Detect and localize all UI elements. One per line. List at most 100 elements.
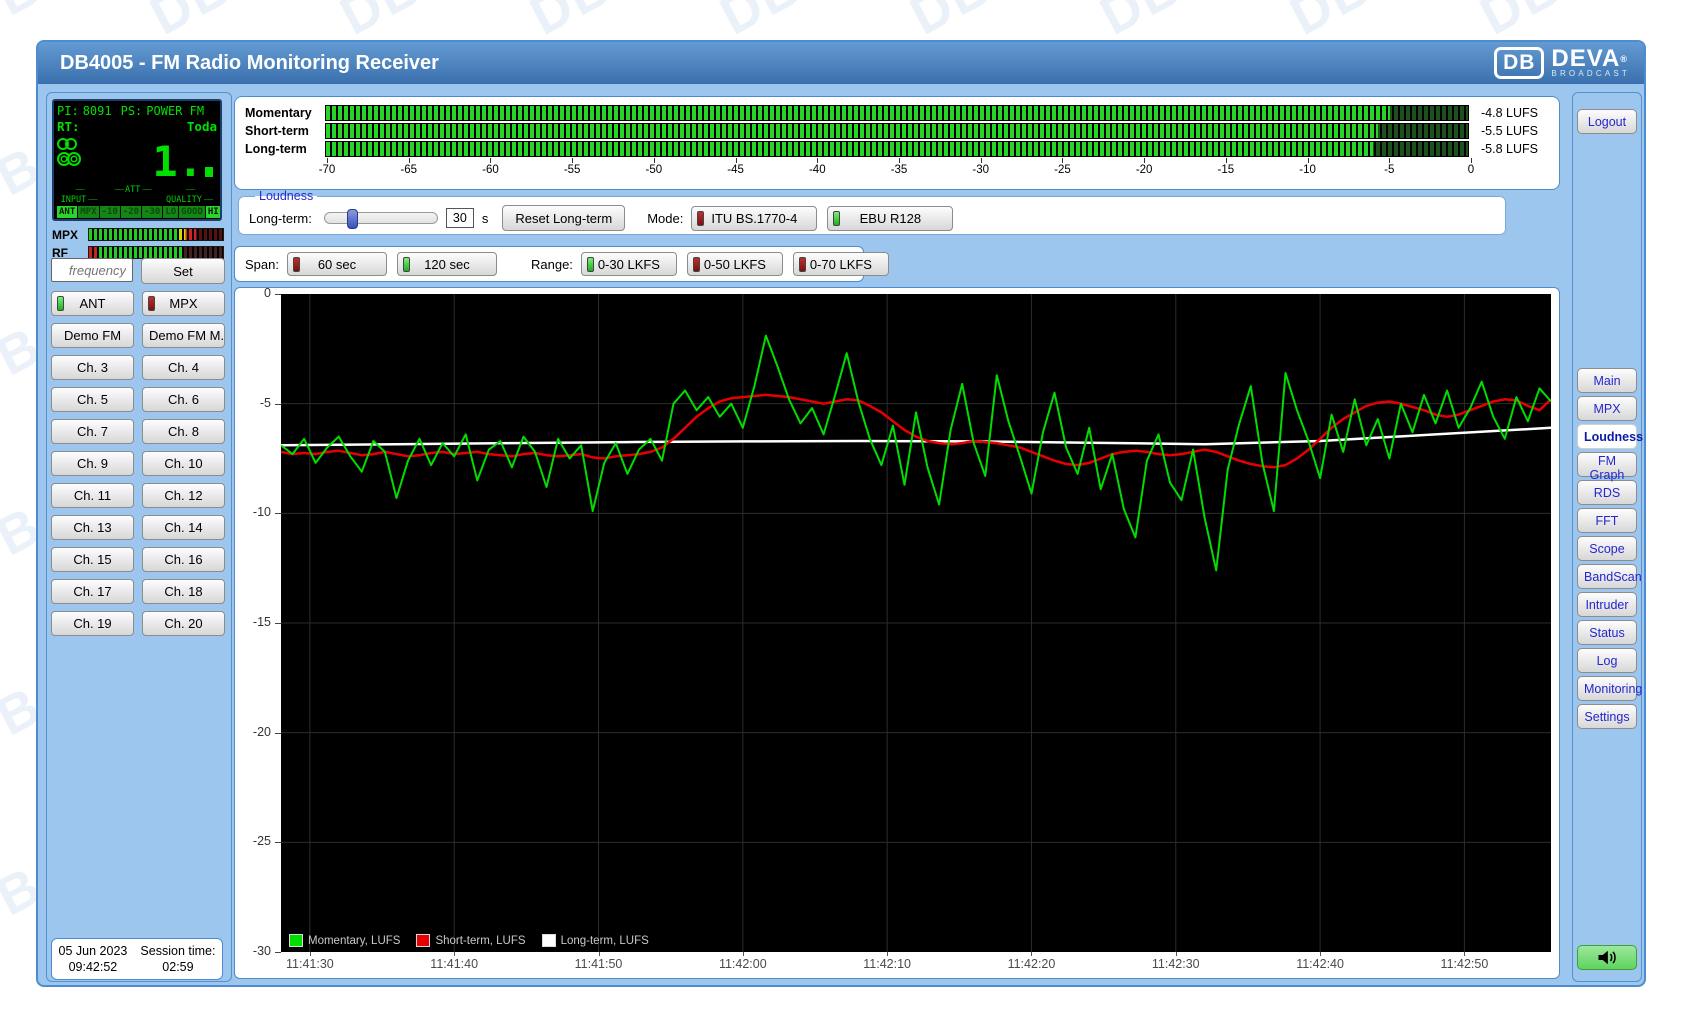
red-led-icon (148, 296, 155, 311)
channel-button-ch-5[interactable]: Ch. 5 (51, 387, 134, 412)
lcd-cell-hi: HI (206, 206, 221, 218)
channel-button-ch-16[interactable]: Ch. 16 (142, 547, 225, 572)
scale-tick (572, 158, 573, 163)
sidebar-item-bandscan[interactable]: BandScan (1577, 564, 1637, 589)
rds-icon (57, 152, 81, 166)
x-tick-label: 11:42:50 (1441, 957, 1489, 971)
mode-button-itu-bs-1770-4[interactable]: ITU BS.1770-4 (691, 206, 817, 231)
x-tick-mark (743, 952, 744, 956)
longterm-seconds-input[interactable] (446, 208, 474, 228)
sidebar-item-fft[interactable]: FFT (1577, 508, 1637, 533)
x-tick-mark (599, 952, 600, 956)
channel-button-ch-17[interactable]: Ch. 17 (51, 579, 134, 604)
sidebar-item-scope[interactable]: Scope (1577, 536, 1637, 561)
channel-button-ch-9[interactable]: Ch. 9 (51, 451, 134, 476)
channel-button-ch-20[interactable]: Ch. 20 (142, 611, 225, 636)
session-time: 02:59 (140, 959, 215, 975)
scale-tick (1062, 158, 1063, 163)
range-button-0-30-lkfs[interactable]: 0-30 LKFS (581, 252, 677, 276)
channel-button-ch-12[interactable]: Ch. 12 (142, 483, 225, 508)
set-button[interactable]: Set (141, 258, 225, 284)
sidebar-item-monitoring[interactable]: Monitoring (1577, 676, 1637, 701)
channel-button-ch-15[interactable]: Ch. 15 (51, 547, 134, 572)
lcd-icons (57, 136, 81, 184)
scale-tick (327, 158, 328, 163)
window-title: DB4005 - FM Radio Monitoring Receiver (60, 52, 439, 75)
sidebar-item-rds[interactable]: RDS (1577, 480, 1637, 505)
scale-tick (817, 158, 818, 163)
tuner-panel: Set ANT MPX Demo FM Demo FM M... Ch. 3 Ch. 4 C… (51, 258, 225, 665)
seconds-unit-label: s (482, 211, 489, 226)
sidebar-item-status[interactable]: Status (1577, 620, 1637, 645)
sidebar-item-loudness[interactable]: Loudness (1577, 424, 1637, 449)
channel-button-ch-14[interactable]: Ch. 14 (142, 515, 225, 540)
sidebar-item-main[interactable]: Main (1577, 368, 1637, 393)
lcd-input-group-label: INPUT (57, 185, 102, 205)
span-button-120-sec[interactable]: 120 sec (397, 252, 497, 276)
channel-button-ch-6[interactable]: Ch. 6 (142, 387, 225, 412)
lcd-cell-mpx: MPX (78, 206, 98, 218)
scale-tick-label: -50 (646, 164, 663, 176)
channel-button-demo-fm-m[interactable]: Demo FM M... (142, 323, 225, 348)
logout-button[interactable]: Logout (1577, 109, 1637, 134)
channel-button-ch-7[interactable]: Ch. 7 (51, 419, 134, 444)
sidebar-item-fm-graph[interactable]: FM Graph (1577, 452, 1637, 477)
y-tick-label: -5 (237, 396, 271, 410)
lcd-att-group-label: ATT (102, 185, 163, 205)
loudness-controls-row: Long-term: s Reset Long-term Mode: ITU B… (249, 203, 1495, 233)
channel-button-ch-11[interactable]: Ch. 11 (51, 483, 134, 508)
lcd-pi-ps-line: PI:8091PS:POWER FM (57, 104, 217, 118)
input-select-button-label: ANT (80, 296, 106, 311)
range-button-0-50-lkfs[interactable]: 0-50 LKFS (687, 252, 783, 276)
channel-button-ch-3[interactable]: Ch. 3 (51, 355, 134, 380)
lcd-cell-10: -10 (100, 206, 120, 218)
range-button-0-70-lkfs[interactable]: 0-70 LKFS (793, 252, 889, 276)
input-select-button-ant[interactable]: ANT (51, 291, 134, 316)
left-panel: PI:8091PS:POWER FM RT: Toda 1. INPUT ATT… (46, 92, 232, 982)
green-led-icon (57, 296, 64, 311)
chart-legend: Momentary, LUFSShort-term, LUFSLong-term… (289, 934, 649, 947)
audio-monitor-button[interactable] (1577, 945, 1637, 970)
sidebar-item-intruder[interactable]: Intruder (1577, 592, 1637, 617)
scale-tick-label: -20 (1136, 164, 1153, 176)
x-tick-label: 11:41:30 (286, 957, 334, 971)
span-button-60-sec[interactable]: 60 sec (287, 252, 387, 276)
sidebar-item-settings[interactable]: Settings (1577, 704, 1637, 729)
scale-tick-label: -65 (400, 164, 417, 176)
x-tick-mark (1464, 952, 1465, 956)
scale-tick-label: -55 (564, 164, 581, 176)
logo-reg-mark: ® (1620, 54, 1628, 64)
x-tick-label: 11:42:40 (1296, 957, 1344, 971)
scale-tick-label: -45 (727, 164, 744, 176)
channel-button-ch-18[interactable]: Ch. 18 (142, 579, 225, 604)
channel-button-ch-13[interactable]: Ch. 13 (51, 515, 134, 540)
range-button-label: 0-50 LKFS (704, 257, 766, 272)
mode-button-ebu-r128[interactable]: EBU R128 (827, 206, 953, 231)
channel-button-ch-8[interactable]: Ch. 8 (142, 419, 225, 444)
x-tick-mark (310, 952, 311, 956)
sidebar-nav: Main MPX Loudness FM Graph RDS FFT Scope BandSc… (1577, 368, 1637, 732)
sidebar-item-log[interactable]: Log (1577, 648, 1637, 673)
channel-button-ch-19[interactable]: Ch. 19 (51, 611, 134, 636)
longterm-slider[interactable] (324, 212, 438, 224)
sidebar-item-mpx[interactable]: MPX (1577, 396, 1637, 421)
meter-fill (326, 142, 1373, 156)
app-window: DB4005 - FM Radio Monitoring Receiver DB… (36, 40, 1646, 987)
x-tick-label: 11:42:20 (1008, 957, 1056, 971)
reset-longterm-button[interactable]: Reset Long-term (502, 205, 625, 231)
y-tick-label: -30 (237, 944, 271, 958)
slider-thumb[interactable] (347, 209, 358, 229)
legend-item-momentary-lufs: Momentary, LUFS (289, 934, 400, 947)
scale-tick (1471, 158, 1472, 163)
channel-grid: ANT MPX Demo FM Demo FM M... Ch. 3 Ch. 4 Ch. 5… (51, 291, 225, 636)
input-select-button-mpx[interactable]: MPX (142, 291, 225, 316)
frequency-input[interactable] (51, 258, 133, 282)
channel-button-demo-fm[interactable]: Demo FM (51, 323, 134, 348)
lcd-rt-scrolling-text: Toda (187, 119, 217, 134)
meter-label: Long-term (245, 142, 325, 156)
red-led-icon (293, 257, 300, 272)
channel-button-ch-10[interactable]: Ch. 10 (142, 451, 225, 476)
lcd-quality-group-label: QUALITY (163, 185, 217, 205)
channel-button-ch-4[interactable]: Ch. 4 (142, 355, 225, 380)
span-button-label: 120 sec (424, 257, 470, 272)
